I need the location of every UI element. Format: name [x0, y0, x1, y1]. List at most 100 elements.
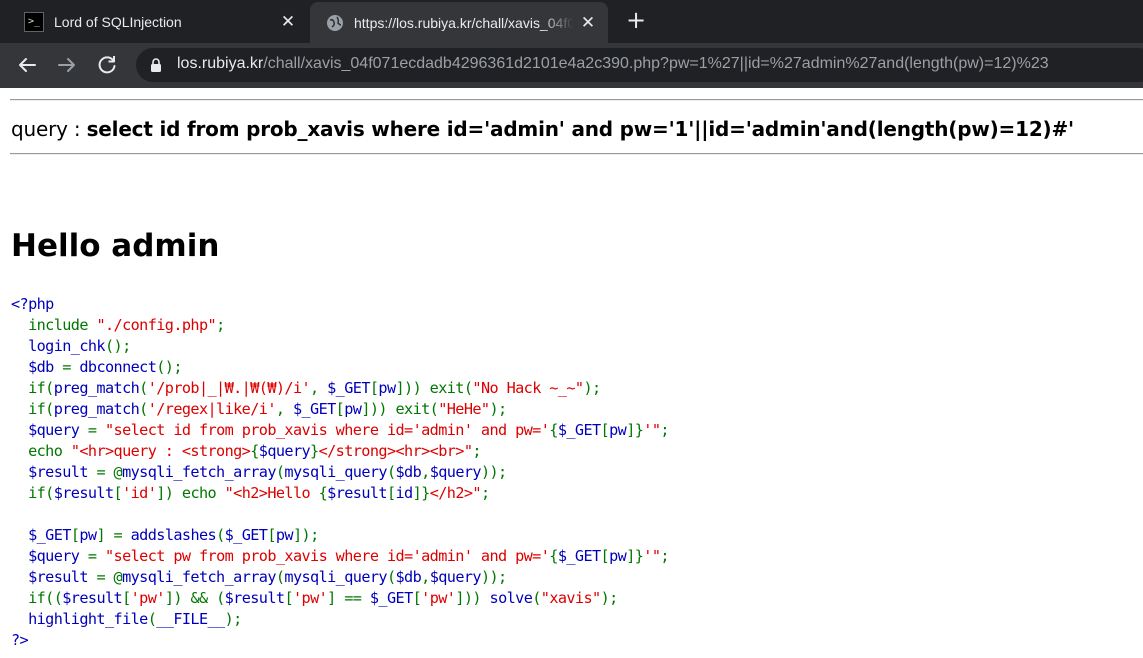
code-token: [: [267, 526, 276, 544]
code-token: "<h2>Hello: [224, 484, 319, 502]
code-token: [: [284, 589, 293, 607]
code-token: ])) exit(: [361, 400, 439, 418]
code-token: "<hr>query : <strong>: [70, 442, 251, 460]
code-token: $_GET: [292, 400, 336, 418]
code-token: "HeHe": [438, 400, 490, 418]
code-line: if(($result['pw']) && ($result['pw'] == …: [11, 588, 669, 609]
code-token: login_chk: [11, 337, 106, 355]
code-token: </h2>": [429, 484, 482, 502]
code-line: include "./config.php";: [11, 315, 669, 336]
code-token: =: [87, 421, 105, 439]
code-token: $result: [11, 568, 97, 586]
browser-toolbar: los.rubiya.kr/chall/xavis_04f071ecdadb42…: [0, 43, 1143, 88]
source-code-block: <?php include "./config.php"; login_chk(…: [11, 294, 669, 651]
code-token: "xavis": [540, 589, 601, 607]
code-token: (: [532, 589, 541, 607]
code-token: (: [139, 379, 148, 397]
code-line: $result = @mysqli_fetch_array (mysqli_que…: [11, 462, 669, 483]
code-token: ();: [104, 337, 131, 355]
code-line: $db = dbconnect();: [11, 357, 669, 378]
code-token: ]}: [626, 421, 644, 439]
code-token: $_GET: [224, 526, 268, 544]
address-bar[interactable]: los.rubiya.kr/chall/xavis_04f071ecdadb42…: [136, 48, 1143, 82]
terminal-icon: >_: [24, 11, 44, 32]
code-token: (: [216, 526, 225, 544]
code-token: mysqli_fetch_array: [122, 568, 276, 586]
code-token: ])): [455, 589, 490, 607]
new-tab-button[interactable]: +: [624, 8, 648, 32]
code-token: = @: [96, 568, 123, 586]
code-token: $_GET: [369, 589, 413, 607]
code-token: =: [87, 547, 105, 565]
code-token: $result: [327, 484, 387, 502]
code-line: ?>: [11, 630, 669, 651]
code-token: </strong><hr><br>": [318, 442, 473, 460]
code-token: ;: [660, 547, 669, 565]
code-line: if(preg_match('/prob|_|₩.|₩(₩)/i', $_GET…: [11, 378, 669, 399]
code-token: highlight_file: [11, 610, 148, 628]
code-token: $query: [429, 463, 482, 481]
code-token: 'pw': [130, 589, 166, 607]
code-token: pw: [79, 526, 97, 544]
code-line: highlight_file(__FILE__);: [11, 609, 669, 630]
code-token: ,: [310, 379, 328, 397]
code-token: "./config.php": [96, 316, 217, 334]
code-token: [: [412, 589, 422, 607]
close-tab-icon[interactable]: ✕: [578, 13, 598, 33]
forward-arrow-icon[interactable]: [52, 50, 82, 80]
close-tab-icon[interactable]: ✕: [278, 12, 298, 32]
code-token: [: [113, 484, 123, 502]
tab-active-challenge[interactable]: https://los.rubiya.kr/chall/xavis_04f071…: [310, 2, 608, 43]
code-token: );: [224, 610, 243, 628]
code-token: ;: [472, 442, 481, 460]
code-token: ,: [275, 400, 293, 418]
code-token: [: [335, 400, 345, 418]
code-token: include: [11, 316, 97, 334]
code-token: $_GET: [557, 547, 601, 565]
reload-icon[interactable]: [92, 50, 122, 80]
horizontal-rule: [10, 153, 1143, 155]
code-token: ])) exit(: [395, 379, 474, 397]
code-token: $query: [11, 421, 88, 439]
code-token: [: [600, 547, 610, 565]
code-token: ();: [156, 358, 182, 376]
code-token: ]}: [412, 484, 431, 502]
tab-title: Lord of SQLInjection: [54, 13, 182, 30]
tab-lord-of-sqlinjection[interactable]: >_ Lord of SQLInjection ✕: [12, 0, 308, 43]
code-token: pw: [275, 526, 294, 544]
horizontal-rule: [10, 99, 1143, 101]
code-token: id: [395, 484, 414, 502]
code-token: $query: [258, 442, 311, 460]
query-label: query :: [11, 117, 87, 141]
code-token: = @: [96, 463, 123, 481]
code-token: $result: [224, 589, 285, 607]
code-line: <?php: [11, 294, 669, 315]
code-token: pw: [378, 379, 396, 397]
code-token: {: [549, 421, 558, 439]
code-token: ?>: [11, 631, 29, 649]
code-token: {: [250, 442, 259, 460]
code-token: (: [139, 400, 148, 418]
lock-icon[interactable]: [150, 58, 162, 72]
code-line: $query = "select pw from prob_xavis wher…: [11, 546, 669, 567]
back-arrow-icon[interactable]: [12, 50, 42, 80]
code-line: login_chk();: [11, 336, 669, 357]
page-content: query : select id from prob_xavis where …: [0, 88, 1143, 658]
code-token: ));: [480, 568, 507, 586]
code-token: $result: [53, 484, 114, 502]
code-token: $_GET: [557, 421, 601, 439]
code-token: addslashes: [130, 526, 217, 544]
code-token: pw: [344, 400, 362, 418]
code-token: preg_match: [53, 400, 140, 418]
code-token: $db: [395, 568, 422, 586]
code-token: );: [489, 400, 507, 418]
code-line: $query = "select id from prob_xavis wher…: [11, 420, 669, 441]
code-token: 'pw': [292, 589, 328, 607]
code-token: pw: [609, 547, 627, 565]
code-token: "select pw from prob_xavis where id='adm…: [105, 547, 550, 565]
code-token: $result: [11, 463, 97, 481]
code-token: =: [62, 358, 80, 376]
code-token: }: [310, 442, 319, 460]
code-token: '": [643, 421, 661, 439]
